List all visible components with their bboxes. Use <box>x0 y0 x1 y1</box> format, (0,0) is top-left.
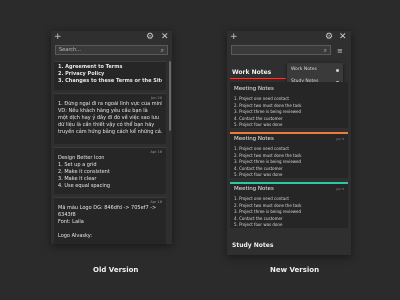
close-icon[interactable]: ✕ <box>339 32 347 42</box>
note-card[interactable]: 1. Agreement to Terms 2. Privacy Policy … <box>54 61 166 90</box>
note-title: Meeting Notes <box>234 136 274 142</box>
note-card[interactable]: Apr 16 Design Better Icon 1. Set up a gr… <box>54 147 166 194</box>
section-title-work: Work Notes <box>232 69 272 76</box>
note-items: 1. Project one need contact 2. Project t… <box>234 196 302 227</box>
note-date: Apr 16 <box>150 200 162 204</box>
note-text: 1. Đừng ngại đi ra ngoài lĩnh vực của mì… <box>58 101 162 135</box>
note-date: Jun 5 <box>336 137 344 141</box>
note-title: Meeting Notes <box>234 186 274 192</box>
search-icon[interactable]: ⌕ <box>161 46 164 55</box>
new-version-caption: New Version <box>270 266 320 274</box>
note-card[interactable]: Apr 16 Mã màu Logo DG: 846dfd -> 705ef7 … <box>54 197 166 244</box>
gear-icon[interactable]: ⚙ <box>146 32 154 42</box>
gear-icon[interactable]: ⚙ <box>325 32 333 42</box>
accent-line <box>230 182 348 184</box>
search-input[interactable]: ⌕ <box>231 45 331 55</box>
old-version-panel: + ⚙ ✕ Search... ⌕ 1. Agreement to Terms … <box>51 31 172 244</box>
new-topbar: + ⚙ ✕ <box>227 31 351 43</box>
radio-dot-icon[interactable] <box>336 69 339 72</box>
note-items: 1. Project one need contact 2. Project t… <box>234 146 302 177</box>
dropdown-item-work[interactable]: Work Notes <box>291 67 317 72</box>
note-date: Jun 5 <box>336 187 344 191</box>
old-version-caption: Old Version <box>93 266 139 274</box>
section-underline <box>230 78 286 79</box>
meeting-note-card[interactable]: Meeting Notes Jun 5 1. Project one need … <box>230 182 348 228</box>
note-text: 1. Agreement to Terms 2. Privacy Policy … <box>58 64 162 84</box>
add-icon[interactable]: + <box>54 32 62 42</box>
close-icon[interactable]: ✕ <box>161 32 169 42</box>
note-date: Jun 20 <box>150 96 162 100</box>
meeting-note-card[interactable]: Meeting Notes 1. Project one need contac… <box>230 82 348 128</box>
add-icon[interactable]: + <box>230 32 238 42</box>
note-text: Design Better Icon 1. Set up a grid 2. M… <box>58 155 111 189</box>
search-icon[interactable]: ⌕ <box>324 46 327 55</box>
new-version-panel: + ⚙ ✕ ⌕ ≡ Work Notes Work Notes Study No… <box>227 31 351 255</box>
scrollbar[interactable] <box>169 61 171 131</box>
meeting-note-card[interactable]: Meeting Notes Jun 5 1. Project one need … <box>230 132 348 178</box>
note-items: 1. Project one need contact 2. Project t… <box>234 96 302 127</box>
note-card[interactable]: Jun 20 1. Đừng ngại đi ra ngoài lĩnh vực… <box>54 93 166 144</box>
note-text: Mã màu Logo DG: 846dfd -> 705ef7 -> 6343… <box>58 205 157 239</box>
menu-icon[interactable]: ≡ <box>337 46 343 56</box>
note-title: Meeting Notes <box>234 86 274 92</box>
search-placeholder: Search... <box>59 47 81 53</box>
accent-line <box>230 132 348 134</box>
section-title-study: Study Notes <box>232 242 274 249</box>
note-date: Apr 16 <box>150 150 162 154</box>
old-topbar: + ⚙ ✕ <box>51 31 172 43</box>
search-input[interactable]: Search... ⌕ <box>55 45 168 55</box>
